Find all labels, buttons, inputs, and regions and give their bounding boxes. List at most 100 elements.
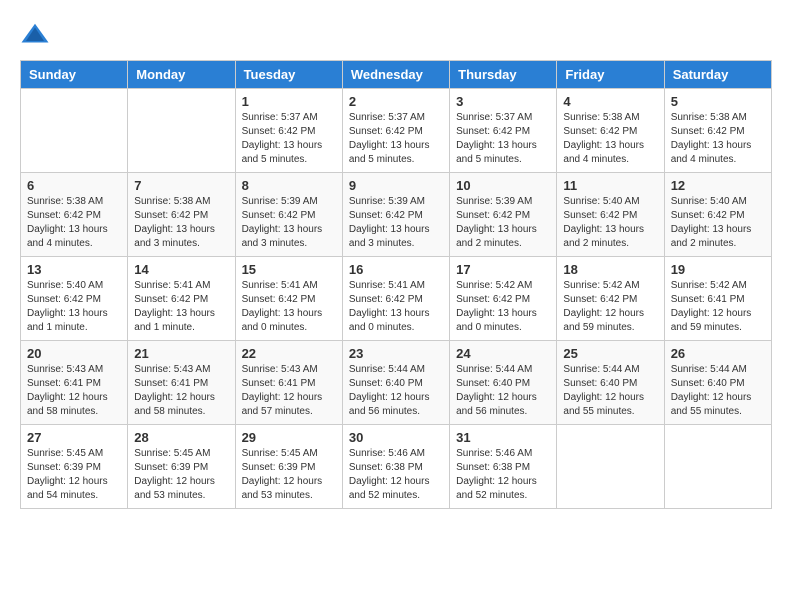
calendar-cell: 10 Sunrise: 5:39 AMSunset: 6:42 PMDayligh… [450, 173, 557, 257]
day-number: 27 [27, 430, 121, 445]
day-number: 19 [671, 262, 765, 277]
day-number: 24 [456, 346, 550, 361]
day-info: Sunrise: 5:39 AMSunset: 6:42 PMDaylight:… [242, 195, 336, 251]
day-number: 12 [671, 178, 765, 193]
day-info: Sunrise: 5:43 AMSunset: 6:41 PMDaylight:… [134, 363, 228, 419]
calendar-cell: 14 Sunrise: 5:41 AMSunset: 6:42 PMDayligh… [128, 257, 235, 341]
day-info: Sunrise: 5:39 AMSunset: 6:42 PMDaylight:… [349, 195, 443, 251]
weekday-header: Thursday [450, 61, 557, 89]
calendar-week-row: 20 Sunrise: 5:43 AMSunset: 6:41 PMDayligh… [21, 341, 772, 425]
calendar-cell: 23Sunrise: 5:44 AMSunset: 6:40 PMDayligh… [342, 341, 449, 425]
day-number: 10 [456, 178, 550, 193]
calendar-cell: 11 Sunrise: 5:40 AMSunset: 6:42 PMDayligh… [557, 173, 664, 257]
calendar-cell: 28Sunrise: 5:45 AMSunset: 6:39 PMDayligh… [128, 425, 235, 509]
day-info: Sunrise: 5:38 AMSunset: 6:42 PMDaylight:… [671, 111, 765, 167]
day-number: 8 [242, 178, 336, 193]
day-info: Sunrise: 5:46 AMSunset: 6:38 PMDaylight:… [456, 447, 550, 503]
day-info: Sunrise: 5:38 AMSunset: 6:42 PMDaylight:… [27, 195, 121, 251]
weekday-header: Sunday [21, 61, 128, 89]
day-number: 23 [349, 346, 443, 361]
day-number: 5 [671, 94, 765, 109]
day-info: Sunrise: 5:46 AMSunset: 6:38 PMDaylight:… [349, 447, 443, 503]
calendar-cell: 31 Sunrise: 5:46 AMSunset: 6:38 PMDayligh… [450, 425, 557, 509]
calendar-week-row: 27 Sunrise: 5:45 AMSunset: 6:39 PMDayligh… [21, 425, 772, 509]
calendar-cell: 24 Sunrise: 5:44 AMSunset: 6:40 PMDayligh… [450, 341, 557, 425]
day-info: Sunrise: 5:41 AMSunset: 6:42 PMDaylight:… [134, 279, 228, 335]
day-info: Sunrise: 5:45 AMSunset: 6:39 PMDaylight:… [27, 447, 121, 503]
day-number: 21 [134, 346, 228, 361]
day-info: Sunrise: 5:39 AMSunset: 6:42 PMDaylight:… [456, 195, 550, 251]
day-number: 31 [456, 430, 550, 445]
day-info: Sunrise: 5:40 AMSunset: 6:42 PMDaylight:… [563, 195, 657, 251]
calendar-cell: 1Sunrise: 5:37 AMSunset: 6:42 PMDaylight… [235, 89, 342, 173]
day-number: 29 [242, 430, 336, 445]
calendar-week-row: 1 Sunrise: 5:37 AMSunset: 6:42 PMDaylight… [21, 89, 772, 173]
day-number: 4 [563, 94, 657, 109]
weekday-header: Friday [557, 61, 664, 89]
day-info: Sunrise: 5:45 AMSunset: 6:39 PMDaylight:… [134, 447, 228, 503]
day-info: Sunrise: 5:37 AMSunset: 6:42 PMDaylight:… [456, 111, 550, 167]
day-number: 18 [563, 262, 657, 277]
calendar-cell: 4 Sunrise: 5:38 AMSunset: 6:42 PMDaylight… [557, 89, 664, 173]
calendar-cell: 2Sunrise: 5:37 AMSunset: 6:42 PMDaylight… [342, 89, 449, 173]
calendar-cell: 13Sunrise: 5:40 AMSunset: 6:42 PMDayligh… [21, 257, 128, 341]
calendar-cell [664, 425, 771, 509]
day-number: 1 [242, 94, 336, 109]
day-number: 9 [349, 178, 443, 193]
weekday-header: Tuesday [235, 61, 342, 89]
day-number: 30 [349, 430, 443, 445]
day-number: 11 [563, 178, 657, 193]
calendar-cell: 19 Sunrise: 5:42 AMSunset: 6:41 PMDayligh… [664, 257, 771, 341]
calendar-cell [557, 425, 664, 509]
day-number: 15 [242, 262, 336, 277]
calendar-cell: 15 Sunrise: 5:41 AMSunset: 6:42 PMDayligh… [235, 257, 342, 341]
day-number: 25 [563, 346, 657, 361]
weekday-header: Wednesday [342, 61, 449, 89]
day-number: 6 [27, 178, 121, 193]
day-number: 16 [349, 262, 443, 277]
header-row: SundayMondayTuesdayWednesdayThursdayFrid… [21, 61, 772, 89]
calendar-cell: 18 Sunrise: 5:42 AMSunset: 6:42 PMDayligh… [557, 257, 664, 341]
day-info: Sunrise: 5:42 AMSunset: 6:41 PMDaylight:… [671, 279, 765, 335]
day-number: 14 [134, 262, 228, 277]
day-info: Sunrise: 5:44 AMSunset: 6:40 PMDaylight:… [671, 363, 765, 419]
day-number: 20 [27, 346, 121, 361]
calendar-cell: 26 Sunrise: 5:44 AMSunset: 6:40 PMDayligh… [664, 341, 771, 425]
logo-icon [20, 20, 50, 50]
day-info: Sunrise: 5:40 AMSunset: 6:42 PMDaylight:… [671, 195, 765, 251]
day-info: Sunrise: 5:45 AMSunset: 6:39 PMDaylight:… [242, 447, 336, 503]
day-number: 2 [349, 94, 443, 109]
calendar-cell [128, 89, 235, 173]
day-info: Sunrise: 5:41 AMSunset: 6:42 PMDaylight:… [349, 279, 443, 335]
calendar-cell: 27 Sunrise: 5:45 AMSunset: 6:39 PMDayligh… [21, 425, 128, 509]
calendar-cell: 25Sunrise: 5:44 AMSunset: 6:40 PMDayligh… [557, 341, 664, 425]
calendar-cell: 3 Sunrise: 5:37 AMSunset: 6:42 PMDaylight… [450, 89, 557, 173]
day-number: 17 [456, 262, 550, 277]
day-info: Sunrise: 5:42 AMSunset: 6:42 PMDaylight:… [563, 279, 657, 335]
day-info: Sunrise: 5:41 AMSunset: 6:42 PMDaylight:… [242, 279, 336, 335]
day-info: Sunrise: 5:44 AMSunset: 6:40 PMDaylight:… [456, 363, 550, 419]
calendar-cell: 6 Sunrise: 5:38 AMSunset: 6:42 PMDaylight… [21, 173, 128, 257]
calendar-cell: 20 Sunrise: 5:43 AMSunset: 6:41 PMDayligh… [21, 341, 128, 425]
calendar-table: SundayMondayTuesdayWednesdayThursdayFrid… [20, 60, 772, 509]
weekday-header: Saturday [664, 61, 771, 89]
weekday-header: Monday [128, 61, 235, 89]
logo [20, 20, 54, 50]
calendar-week-row: 6 Sunrise: 5:38 AMSunset: 6:42 PMDaylight… [21, 173, 772, 257]
calendar-cell: 16 Sunrise: 5:41 AMSunset: 6:42 PMDayligh… [342, 257, 449, 341]
day-info: Sunrise: 5:42 AMSunset: 6:42 PMDaylight:… [456, 279, 550, 335]
day-number: 22 [242, 346, 336, 361]
calendar-cell: 5 Sunrise: 5:38 AMSunset: 6:42 PMDaylight… [664, 89, 771, 173]
calendar-cell: 8 Sunrise: 5:39 AMSunset: 6:42 PMDaylight… [235, 173, 342, 257]
day-info: Sunrise: 5:38 AMSunset: 6:42 PMDaylight:… [563, 111, 657, 167]
calendar-cell: 30 Sunrise: 5:46 AMSunset: 6:38 PMDayligh… [342, 425, 449, 509]
day-number: 7 [134, 178, 228, 193]
day-info: Sunrise: 5:38 AMSunset: 6:42 PMDaylight:… [134, 195, 228, 251]
calendar-cell: 21 Sunrise: 5:43 AMSunset: 6:41 PMDayligh… [128, 341, 235, 425]
day-number: 26 [671, 346, 765, 361]
calendar-week-row: 13Sunrise: 5:40 AMSunset: 6:42 PMDayligh… [21, 257, 772, 341]
day-number: 3 [456, 94, 550, 109]
calendar-cell: 22Sunrise: 5:43 AMSunset: 6:41 PMDayligh… [235, 341, 342, 425]
calendar-cell: 12 Sunrise: 5:40 AMSunset: 6:42 PMDayligh… [664, 173, 771, 257]
day-info: Sunrise: 5:43 AMSunset: 6:41 PMDaylight:… [27, 363, 121, 419]
